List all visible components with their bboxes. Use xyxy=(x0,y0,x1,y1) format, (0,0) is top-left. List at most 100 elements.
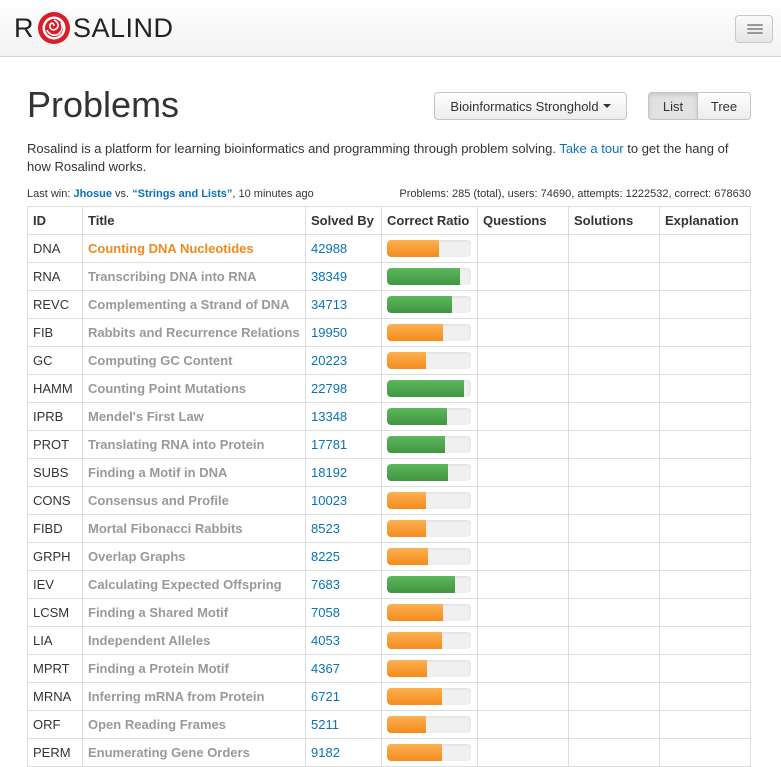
problem-title-link[interactable]: Calculating Expected Offspring xyxy=(82,570,306,599)
table-row[interactable]: REVC Complementing a Strand of DNA 34713 xyxy=(27,290,751,319)
problem-title-link[interactable]: Complementing a Strand of DNA xyxy=(82,290,306,319)
solved-by-link[interactable]: 5211 xyxy=(305,710,382,739)
solved-by-link[interactable]: 6721 xyxy=(305,682,382,711)
solved-by-link[interactable]: 34713 xyxy=(305,290,382,319)
questions-cell xyxy=(477,346,569,375)
solved-by-link[interactable]: 19950 xyxy=(305,318,382,347)
solved-by-link[interactable]: 4053 xyxy=(305,626,382,655)
menu-toggle-button[interactable] xyxy=(735,15,773,43)
table-row[interactable]: GC Computing GC Content 20223 xyxy=(27,346,751,375)
correct-ratio-bar xyxy=(387,352,471,369)
explanation-cell xyxy=(659,346,751,375)
table-row[interactable]: MPRT Finding a Protein Motif 4367 xyxy=(27,654,751,683)
correct-ratio-bar xyxy=(387,240,471,257)
solved-by-link[interactable]: 13348 xyxy=(305,402,382,431)
correct-ratio-cell xyxy=(381,654,478,683)
table-row[interactable]: IEV Calculating Expected Offspring 7683 xyxy=(27,570,751,599)
table-row[interactable]: PROT Translating RNA into Protein 17781 xyxy=(27,430,751,459)
problem-title-link[interactable]: Counting DNA Nucleotides xyxy=(82,234,306,263)
table-row[interactable]: HAMM Counting Point Mutations 22798 xyxy=(27,374,751,403)
table-row[interactable]: PERM Enumerating Gene Orders 9182 xyxy=(27,738,751,767)
correct-ratio-bar xyxy=(387,324,471,341)
explanation-cell xyxy=(659,514,751,543)
problem-title-link[interactable]: Mendel's First Law xyxy=(82,402,306,431)
column-header-title[interactable]: Title xyxy=(82,206,306,235)
problem-id: GRPH xyxy=(27,542,83,571)
table-row[interactable]: FIBD Mortal Fibonacci Rabbits 8523 xyxy=(27,514,751,543)
table-row[interactable]: DNA Counting DNA Nucleotides 42988 xyxy=(27,234,751,263)
column-header-id[interactable]: ID xyxy=(27,206,83,235)
last-win-problem-link[interactable]: “Strings and Lists” xyxy=(132,188,232,200)
correct-ratio-fill xyxy=(387,744,443,761)
problem-title-link[interactable]: Finding a Protein Motif xyxy=(82,654,306,683)
solved-by-link[interactable]: 10023 xyxy=(305,486,382,515)
solved-by-link[interactable]: 17781 xyxy=(305,430,382,459)
brand-logo[interactable]: R SALIND xyxy=(14,10,174,46)
solved-by-link[interactable]: 4367 xyxy=(305,654,382,683)
correct-ratio-cell xyxy=(381,626,478,655)
correct-ratio-bar xyxy=(387,576,471,593)
problem-title-link[interactable]: Counting Point Mutations xyxy=(82,374,306,403)
problem-title-link[interactable]: Open Reading Frames xyxy=(82,710,306,739)
problem-title-link[interactable]: Rabbits and Recurrence Relations xyxy=(82,318,306,347)
area-dropdown-button[interactable]: Bioinformatics Stronghold xyxy=(434,92,627,120)
solved-by-link[interactable]: 7683 xyxy=(305,570,382,599)
table-row[interactable]: LIA Independent Alleles 4053 xyxy=(27,626,751,655)
take-tour-link[interactable]: Take a tour xyxy=(559,141,623,156)
solutions-cell xyxy=(568,318,660,347)
solved-by-link[interactable]: 7058 xyxy=(305,598,382,627)
solved-by-link[interactable]: 18192 xyxy=(305,458,382,487)
view-list-button[interactable]: List xyxy=(648,92,698,120)
problem-title-link[interactable]: Finding a Motif in DNA xyxy=(82,458,306,487)
problem-title-link[interactable]: Mortal Fibonacci Rabbits xyxy=(82,514,306,543)
solved-by-link[interactable]: 38349 xyxy=(305,262,382,291)
explanation-cell xyxy=(659,430,751,459)
table-row[interactable]: CONS Consensus and Profile 10023 xyxy=(27,486,751,515)
correct-ratio-bar xyxy=(387,436,471,453)
rosalind-rose-icon xyxy=(38,12,70,44)
table-row[interactable]: RNA Transcribing DNA into RNA 38349 xyxy=(27,262,751,291)
problem-title-link[interactable]: Enumerating Gene Orders xyxy=(82,738,306,767)
view-tree-button[interactable]: Tree xyxy=(697,92,751,120)
problem-title-link[interactable]: Computing GC Content xyxy=(82,346,306,375)
correct-ratio-bar xyxy=(387,744,471,761)
last-win-user-link[interactable]: Jhosue xyxy=(73,188,112,200)
solved-by-link[interactable]: 22798 xyxy=(305,374,382,403)
table-row[interactable]: FIB Rabbits and Recurrence Relations 19950 xyxy=(27,318,751,347)
problem-id: PERM xyxy=(27,738,83,767)
explanation-cell xyxy=(659,402,751,431)
questions-cell xyxy=(477,542,569,571)
problem-title-link[interactable]: Transcribing DNA into RNA xyxy=(82,262,306,291)
problem-title-link[interactable]: Inferring mRNA from Protein xyxy=(82,682,306,711)
table-row[interactable]: IPRB Mendel's First Law 13348 xyxy=(27,402,751,431)
solved-by-link[interactable]: 9182 xyxy=(305,738,382,767)
table-row[interactable]: MRNA Inferring mRNA from Protein 6721 xyxy=(27,682,751,711)
solved-by-link[interactable]: 8225 xyxy=(305,542,382,571)
table-row[interactable]: LCSM Finding a Shared Motif 7058 xyxy=(27,598,751,627)
problem-title-link[interactable]: Finding a Shared Motif xyxy=(82,598,306,627)
problem-title-link[interactable]: Translating RNA into Protein xyxy=(82,430,306,459)
table-row[interactable]: GRPH Overlap Graphs 8225 xyxy=(27,542,751,571)
problems-table: ID Title Solved By Correct Ratio Questio… xyxy=(27,206,751,767)
correct-ratio-fill xyxy=(387,520,426,537)
solved-by-link[interactable]: 42988 xyxy=(305,234,382,263)
area-dropdown-label: Bioinformatics Stronghold xyxy=(450,98,599,114)
solved-by-link[interactable]: 8523 xyxy=(305,514,382,543)
correct-ratio-fill xyxy=(387,464,449,481)
correct-ratio-fill xyxy=(387,296,452,313)
solved-by-link[interactable]: 20223 xyxy=(305,346,382,375)
correct-ratio-bar xyxy=(387,604,471,621)
problem-title-link[interactable]: Overlap Graphs xyxy=(82,542,306,571)
problem-title-link[interactable]: Independent Alleles xyxy=(82,626,306,655)
solutions-cell xyxy=(568,542,660,571)
correct-ratio-fill xyxy=(387,660,428,677)
correct-ratio-fill xyxy=(387,324,444,341)
problem-title-link[interactable]: Consensus and Profile xyxy=(82,486,306,515)
table-row[interactable]: ORF Open Reading Frames 5211 xyxy=(27,710,751,739)
column-header-correct-ratio[interactable]: Correct Ratio xyxy=(381,206,478,235)
explanation-cell xyxy=(659,374,751,403)
correct-ratio-cell xyxy=(381,262,478,291)
column-header-solved-by[interactable]: Solved By xyxy=(305,206,382,235)
table-row[interactable]: SUBS Finding a Motif in DNA 18192 xyxy=(27,458,751,487)
solutions-cell xyxy=(568,738,660,767)
